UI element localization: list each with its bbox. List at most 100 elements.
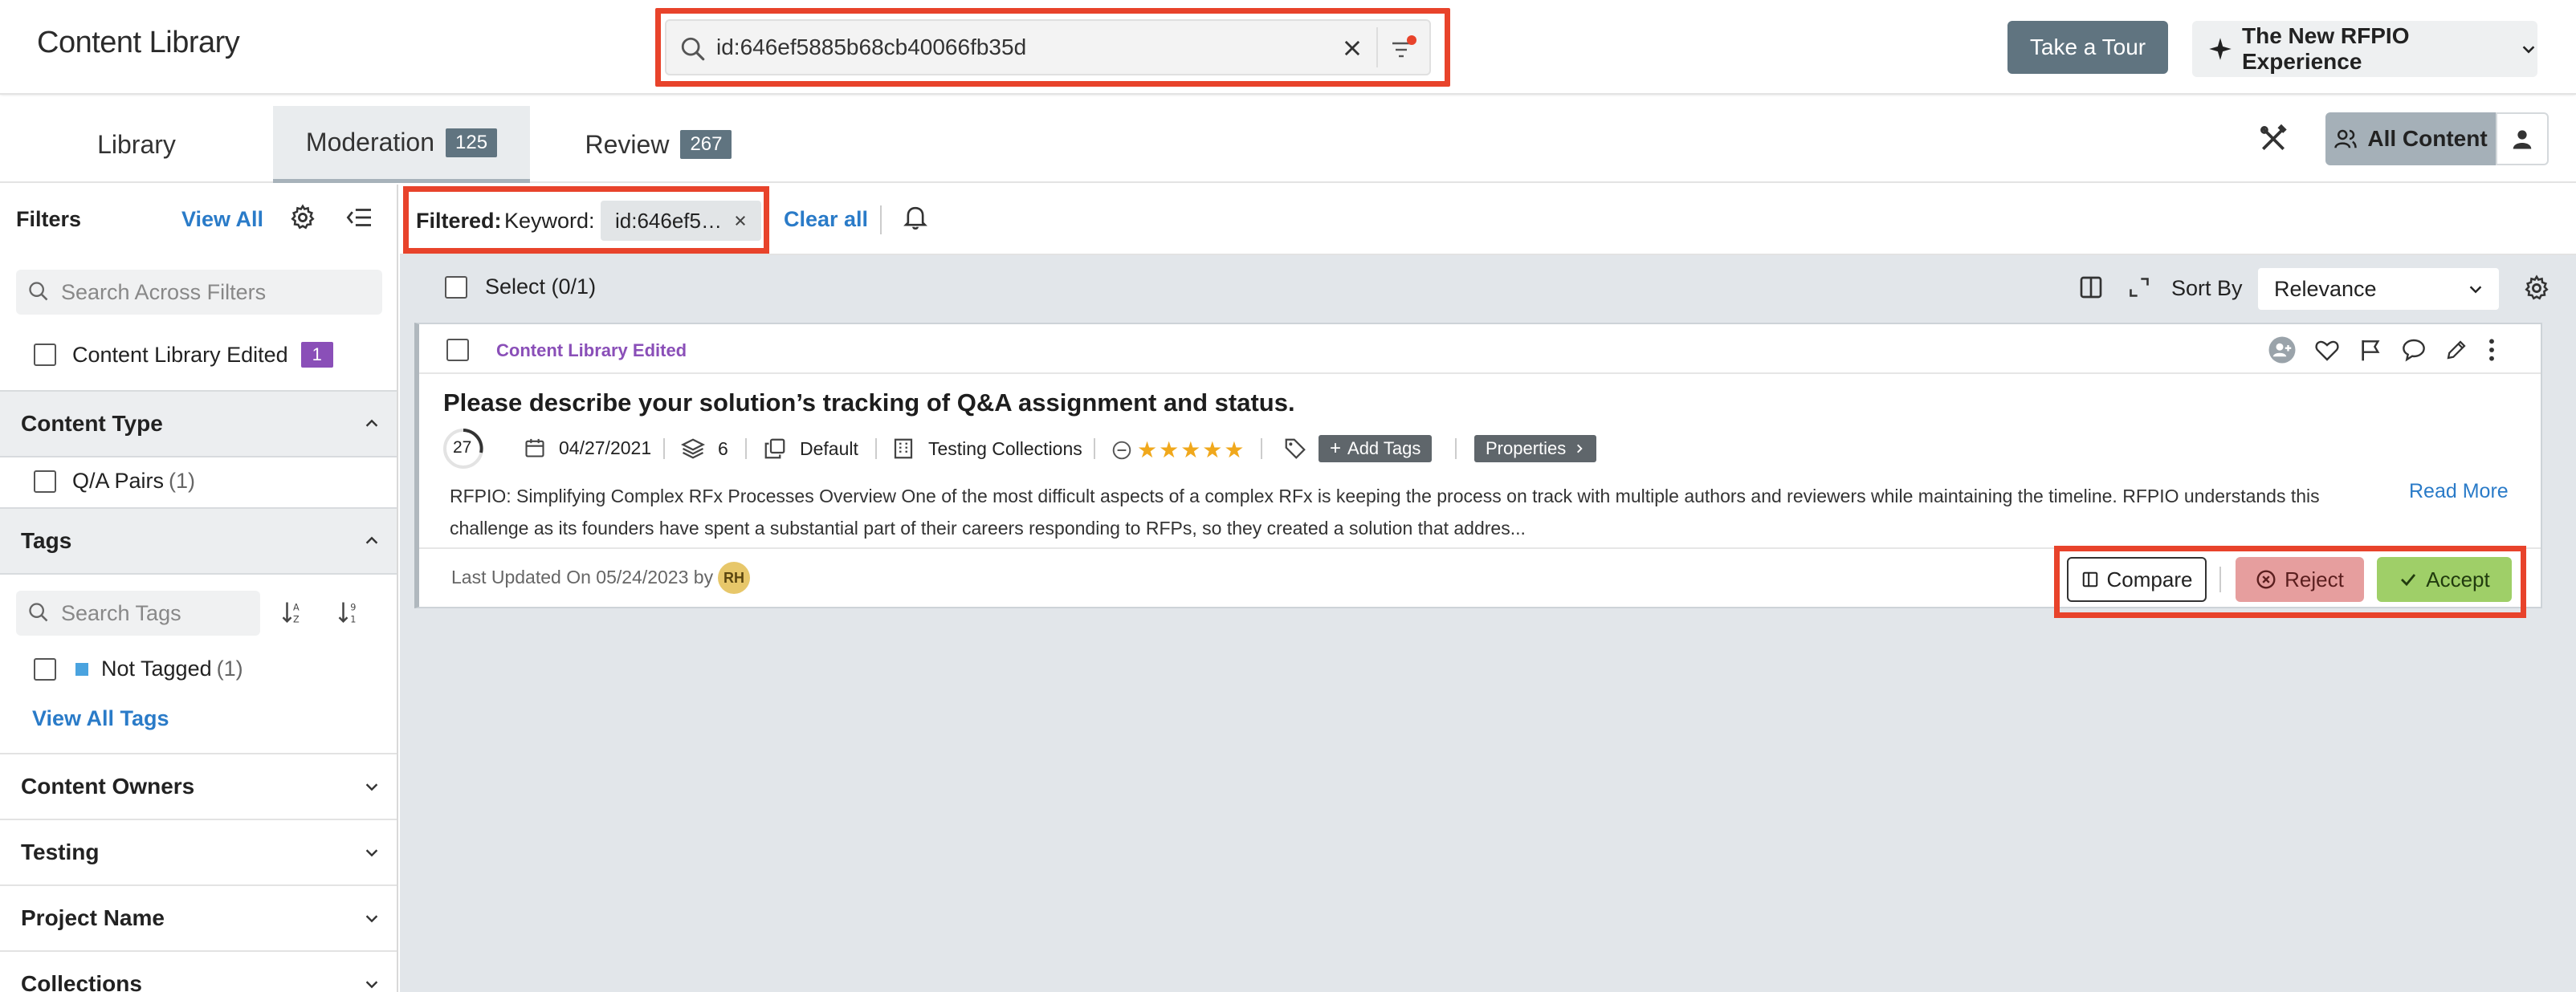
filters-label: Filters <box>16 207 82 231</box>
chevron-down-icon <box>363 975 381 992</box>
filter-settings-gear-icon[interactable] <box>289 204 316 231</box>
search-tags-input[interactable]: Search Tags <box>16 591 260 636</box>
testing-section[interactable]: Testing <box>0 819 397 884</box>
avatar: RH <box>718 562 750 594</box>
project-name-title: Project Name <box>21 905 165 930</box>
search-filters-placeholder: Search Across Filters <box>61 279 267 304</box>
my-content-toggle[interactable] <box>2496 112 2549 165</box>
expand-icon[interactable] <box>2128 276 2150 299</box>
card-divider <box>419 372 2541 374</box>
star-rating[interactable]: ★★★★★ <box>1111 437 1246 463</box>
content-type-section-header[interactable]: Content Type <box>0 390 397 457</box>
created-date-value: 04/27/2021 <box>559 437 652 458</box>
content-library-edited-label: Content Library Edited <box>72 342 288 367</box>
rating-stars[interactable]: ★★★★★ <box>1137 437 1246 463</box>
moderation-count-badge: 125 <box>446 128 498 157</box>
collection-name: Testing Collections <box>891 437 1082 461</box>
collections-section[interactable]: Collections <box>0 950 397 992</box>
card-select-checkbox[interactable] <box>446 339 469 361</box>
review-count-badge: 267 <box>680 130 732 159</box>
tab-review-label: Review <box>585 129 670 159</box>
tags-section-header[interactable]: Tags <box>0 507 397 575</box>
properties-label: Properties <box>1486 438 1567 458</box>
layers-icon <box>681 437 705 461</box>
new-experience-label: The New RFPIO Experience <box>2242 23 2410 74</box>
content-library-edited-filter[interactable]: Content Library Edited 1 <box>34 342 333 368</box>
flag-icon[interactable] <box>2358 337 2383 363</box>
view-all-tags-link[interactable]: View All Tags <box>32 706 169 731</box>
created-date: 04/27/2021 <box>524 437 651 459</box>
tab-library[interactable]: Library <box>0 106 273 183</box>
tab-moderation[interactable]: Moderation 125 <box>273 106 530 183</box>
sort-numeric-icon[interactable]: 91 <box>337 599 361 626</box>
project-name-section[interactable]: Project Name <box>0 884 397 950</box>
chevron-down-icon <box>363 778 381 795</box>
sort-by-select[interactable]: Relevance <box>2258 268 2499 310</box>
minus-circle-icon[interactable] <box>1111 440 1132 461</box>
search-filters-input[interactable]: Search Across Filters <box>16 270 382 315</box>
card-question-title[interactable]: Please describe your solution’s tracking… <box>443 388 1295 417</box>
app-title: Content Library <box>37 26 240 59</box>
search-icon <box>27 280 50 303</box>
new-experience-button[interactable]: The New RFPIO Experience <box>2192 21 2537 77</box>
library-name: Default <box>763 437 858 461</box>
tab-library-label: Library <box>97 129 176 159</box>
search-tags-placeholder: Search Tags <box>61 600 181 625</box>
split-view-icon[interactable] <box>2078 274 2104 300</box>
view-all-filters-link[interactable]: View All <box>181 207 263 232</box>
building-icon <box>891 437 915 461</box>
content-library-edited-count: 1 <box>300 342 333 368</box>
qa-pairs-count: (1) <box>169 469 196 493</box>
not-tagged-count: (1) <box>216 657 243 681</box>
tag-icon <box>1283 437 1307 461</box>
search-highlight-box <box>655 8 1450 87</box>
properties-button[interactable]: Properties <box>1474 435 1597 462</box>
all-content-toggle[interactable]: All Content <box>2325 112 2496 165</box>
read-more-link[interactable]: Read More <box>2409 480 2509 503</box>
select-all-control[interactable]: Select (0/1) <box>445 274 596 299</box>
svg-text:9: 9 <box>350 603 356 613</box>
all-content-label: All Content <box>2367 126 2488 151</box>
library-copy-icon <box>763 437 787 461</box>
chevron-down-icon <box>363 909 381 927</box>
content-owners-section[interactable]: Content Owners <box>0 753 397 819</box>
sort-by-label: Sort By <box>2171 276 2243 300</box>
versions-count: 6 <box>681 437 728 461</box>
search-icon <box>27 601 50 624</box>
person-icon <box>2510 127 2534 151</box>
edit-pencil-icon[interactable] <box>2444 338 2468 362</box>
results-settings-gear-icon[interactable] <box>2523 274 2550 302</box>
checkbox[interactable] <box>34 470 56 493</box>
svg-text:A: A <box>293 603 300 613</box>
comment-icon[interactable] <box>2401 337 2427 363</box>
svg-text:1: 1 <box>350 615 356 625</box>
sort-alpha-icon[interactable]: AZ <box>281 599 305 626</box>
checkbox[interactable] <box>34 344 56 366</box>
sparkle-icon <box>2208 37 2232 61</box>
add-tags-button[interactable]: + Add Tags <box>1319 435 1433 462</box>
collapse-sidebar-icon[interactable] <box>345 205 373 230</box>
checkbox[interactable] <box>34 657 56 681</box>
favorite-heart-icon[interactable] <box>2314 337 2340 363</box>
actions-highlight-box <box>2054 546 2526 618</box>
filter-highlight-box <box>403 186 769 254</box>
filter-divider <box>880 205 882 234</box>
testing-title: Testing <box>21 840 100 864</box>
meta-divider <box>1261 438 1262 459</box>
qa-pairs-filter[interactable]: Q/A Pairs (1) <box>34 469 195 494</box>
collection-value: Testing Collections <box>928 437 1082 459</box>
meta-divider <box>663 438 665 459</box>
more-options-icon[interactable] <box>2486 337 2497 363</box>
bell-icon[interactable] <box>903 204 928 231</box>
chevron-right-icon <box>1574 442 1585 455</box>
content-type-title: Content Type <box>21 411 163 436</box>
tab-review[interactable]: Review 267 <box>562 106 755 183</box>
assign-user-icon[interactable] <box>2268 335 2297 364</box>
take-tour-button[interactable]: Take a Tour <box>2007 21 2168 74</box>
clear-all-link[interactable]: Clear all <box>784 207 868 232</box>
not-tagged-filter[interactable]: Not Tagged (1) <box>34 657 243 681</box>
checkbox[interactable] <box>445 275 467 299</box>
tag-color-swatch <box>75 662 88 676</box>
tools-icon[interactable] <box>2258 124 2289 154</box>
score-ring: 27 <box>442 427 485 470</box>
